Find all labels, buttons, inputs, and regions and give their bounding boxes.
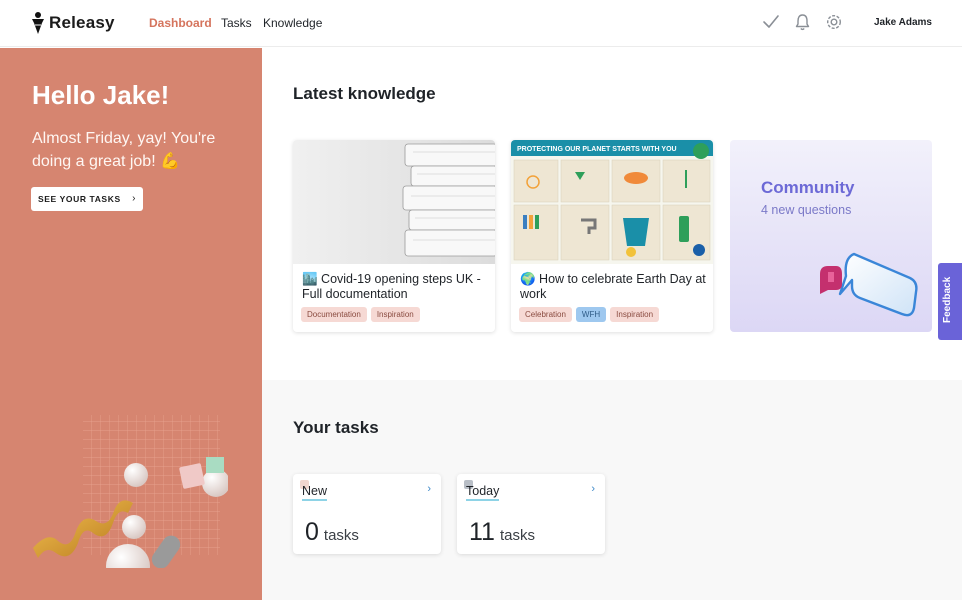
top-bar: Releasy Dashboard Tasks Knowledge Jake A… — [0, 0, 962, 47]
task-card-today[interactable]: Today › 11 tasks — [457, 474, 605, 554]
task-count-unit: tasks — [499, 527, 535, 544]
earth-day-poster: PROTECTING OUR PLANET STARTS WITH YOU — [511, 140, 713, 264]
task-label: Today — [466, 484, 500, 501]
poster-heading: PROTECTING OUR PLANET STARTS WITH YOU — [517, 146, 677, 153]
nav-tasks[interactable]: Tasks — [221, 16, 252, 30]
tag-list: Celebration WFH Inspiration — [519, 307, 660, 322]
chevron-right-icon[interactable]: › — [427, 483, 431, 495]
app-name: Releasy — [49, 13, 115, 32]
card-title: 🏙️ Covid-19 opening steps UK - Full docu… — [302, 272, 481, 301]
knowledge-section: Latest knowledge 🏙️ Covid-19 opening ste… — [262, 48, 962, 380]
books-image — [293, 140, 495, 264]
greeting-message: Almost Friday, yay! You're doing a great… — [32, 130, 216, 170]
card-title: 🌍 How to celebrate Earth Day at work — [520, 272, 706, 301]
task-label: New — [302, 484, 328, 501]
knowledge-card-covid[interactable]: 🏙️ Covid-19 opening steps UK - Full docu… — [293, 140, 495, 332]
nav-dashboard[interactable]: Dashboard — [149, 16, 212, 30]
greeting: Hello Jake! — [32, 80, 170, 110]
tag[interactable]: Documentation — [301, 307, 367, 322]
tag-list: Documentation Inspiration — [301, 307, 420, 322]
tasks-title: Your tasks — [293, 418, 379, 437]
tag[interactable]: Inspiration — [370, 307, 420, 322]
knowledge-title: Latest knowledge — [293, 84, 436, 103]
logo[interactable]: Releasy — [30, 11, 115, 35]
task-count-unit: tasks — [323, 527, 359, 544]
see-tasks-button[interactable]: SEE YOUR TASKS › — [31, 187, 143, 211]
feedback-label: Feedback — [942, 276, 953, 323]
tag[interactable]: WFH — [575, 307, 607, 322]
community-card[interactable]: Community 4 new questions — [730, 140, 932, 332]
task-count-value: 0 — [305, 518, 319, 546]
chat-bubbles-icon — [816, 248, 920, 327]
tag[interactable]: Inspiration — [610, 307, 660, 322]
bell-icon[interactable] — [794, 13, 811, 31]
task-card-new[interactable]: New › 0 tasks — [293, 474, 441, 554]
decorative-illustration — [28, 403, 230, 588]
see-tasks-label: SEE YOUR TASKS — [38, 194, 121, 204]
task-count: 0 tasks — [305, 518, 359, 547]
community-subtitle: 4 new questions — [761, 203, 852, 217]
knowledge-card-earth-day[interactable]: PROTECTING OUR PLANET STARTS WITH YOU 🌍 … — [511, 140, 713, 332]
feedback-tab[interactable]: Feedback — [938, 263, 962, 340]
user-name[interactable]: Jake Adams — [874, 17, 932, 28]
main-content: Latest knowledge 🏙️ Covid-19 opening ste… — [262, 48, 962, 600]
check-icon[interactable] — [762, 13, 780, 31]
logo-icon — [30, 11, 46, 35]
chevron-right-icon: › — [132, 193, 136, 204]
chevron-right-icon[interactable]: › — [591, 483, 595, 495]
task-count-value: 11 — [469, 518, 495, 546]
tag[interactable]: Celebration — [519, 307, 572, 322]
nav-knowledge[interactable]: Knowledge — [263, 16, 322, 30]
community-title: Community — [761, 178, 855, 197]
task-count: 11 tasks — [469, 518, 535, 547]
gear-icon[interactable] — [825, 13, 843, 31]
welcome-panel: Hello Jake! Almost Friday, yay! You're d… — [0, 48, 262, 600]
